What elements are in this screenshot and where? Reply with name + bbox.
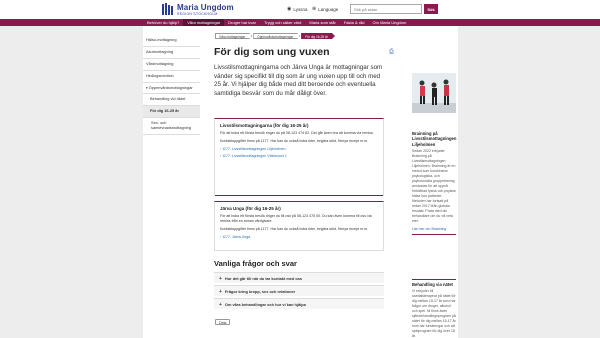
chevron-down-icon: ▾ (146, 85, 148, 90)
online-treatment-text: Vi erbjuder bli samtalsterapeut på nätet… (412, 289, 456, 338)
content-container: Våra mottagningar Öppenvårdsmottagningar… (143, 26, 458, 338)
sidebar-item[interactable]: Sex- och samlevnadsmottagning (143, 118, 200, 135)
clinic-card-livsstil: Livsstilsmottagningarna (för dig 16-25 å… (214, 118, 384, 196)
breadcrumb: Våra mottagningar Öppenvårdsmottagningar… (215, 33, 335, 39)
breadcrumb-item[interactable]: Öppenvårdsmottagningar (253, 33, 300, 39)
globe-icon: ⊕ (312, 6, 317, 12)
faq-item[interactable]: + Om våra behandlingar och hur vi kan hjä… (214, 298, 384, 309)
plus-icon: + (219, 302, 222, 308)
nav-item-fakta[interactable]: Fakta & råd (340, 19, 369, 26)
listen-link[interactable]: ◉ Lyssna (287, 6, 307, 12)
nav-item-maria[interactable]: Maria som står (305, 19, 339, 26)
page: Maria Ungdom REGION STOCKHOLM ◉ Lyssna ⊕… (0, 0, 600, 338)
share-button[interactable]: Dela (215, 319, 231, 325)
card-text: För att boka ett första besök ringer du … (220, 214, 372, 224)
nav-item-behover[interactable]: Behöver du hjälp? (143, 19, 183, 26)
online-treatment-box: Behandling via nätet Vi erbjuder bli sam… (412, 279, 456, 338)
search-button[interactable]: Sök (424, 4, 438, 14)
main-nav: Behöver du hjälp? Våra mottagningar Drog… (0, 19, 600, 26)
listen-label: Lyssna (293, 6, 308, 12)
card-title: Livsstilsmottagningarna (för dig 16-25 å… (220, 123, 309, 128)
promo-text: Sedan 2022 erbjuder Brainning på Livssti… (412, 149, 456, 223)
sidebar-item[interactable]: Akutmottagning (143, 47, 200, 59)
nav-item-droger[interactable]: Droger har kvar (224, 19, 260, 26)
breadcrumb-item[interactable]: Våra mottagningar (215, 33, 252, 39)
faq-item[interactable]: + Frågor kring kropp, sex och relationer (214, 285, 384, 296)
sidebar-item[interactable]: Hälso-mottagning (143, 35, 200, 47)
promo-box: Brainning på Livsstilsmottagningen Lilje… (412, 113, 456, 235)
sidebar-item[interactable]: Vårdmottagning (143, 59, 200, 71)
card-link[interactable]: ›1177: Järva Unga (220, 235, 378, 240)
search-input[interactable] (350, 4, 422, 14)
nav-item-trygg[interactable]: Trygg och säker värd (260, 19, 305, 26)
brand-subtitle: REGION STOCKHOLM (177, 12, 218, 16)
card-contact: Kontaktuppgifter finns på 1177. Har kan … (220, 139, 368, 144)
language-label: Language (318, 6, 339, 12)
language-link[interactable]: ⊕ Language (312, 6, 338, 12)
brand-name[interactable]: Maria Ungdom (177, 3, 234, 12)
site-header: Maria Ungdom REGION STOCKHOLM ◉ Lyssna ⊕… (0, 0, 600, 19)
card-link[interactable]: ›1177: Livsstilsmottagningen Västerport … (220, 154, 378, 159)
card-title: Järva Unga (för dig 16-25 år) (220, 206, 281, 211)
plus-icon: + (219, 289, 222, 295)
intro-text: Livsstilsmottagningarna och Järva Unga ä… (214, 64, 383, 97)
promo-read-more-link[interactable]: Läs mer om Brainning (412, 227, 456, 231)
sidebar-item-label: Öppenvårdsmottagningar (148, 84, 193, 90)
card-link[interactable]: ›1177: Livsstilsmottagningen Liljeholmen (220, 147, 378, 152)
card-bottom-border (215, 195, 383, 196)
print-icon[interactable]: ⎙ (389, 49, 394, 56)
section-sidebar: Hälso-mottagning Akutmottagning Vårdmott… (143, 35, 200, 135)
card-text: För att boka ett första besök ringer du … (220, 131, 374, 135)
faq-item[interactable]: + Hur det går till när du tar kontakt med… (214, 272, 384, 283)
faq-title: Vanliga frågor och svar (214, 259, 297, 268)
sidebar-item-open[interactable]: ▾Öppenvårdsmottagningar (143, 83, 200, 95)
page-title: För dig som ung vuxen (214, 46, 330, 58)
breadcrumb-current: För dig 16-25 år (301, 33, 335, 39)
maria-ungdom-logo-icon[interactable] (162, 3, 174, 16)
plus-icon: + (219, 276, 222, 282)
sidebar-item-current[interactable]: För dig 16-25 år (143, 106, 200, 119)
promo-title: Brainning på Livsstilsmottagningen Lilje… (412, 131, 457, 147)
promo-image (412, 73, 456, 113)
nav-item-mottagningar[interactable]: Våra mottagningar (183, 19, 225, 26)
speaker-icon: ◉ (287, 6, 292, 12)
sidebar-item[interactable]: Hedingsmedicin (143, 71, 200, 83)
clinic-card-jarva: Järva Unga (för dig 16-25 år) För att bo… (214, 201, 384, 251)
online-treatment-title: Behandling via nätet (412, 282, 453, 287)
card-contact: Kontaktuppgifter finns på 1177. Har kan … (220, 227, 368, 232)
sidebar-item[interactable]: Behandling vid rådet (143, 94, 200, 107)
nav-item-om[interactable]: Om Maria Ungdom (369, 19, 411, 26)
